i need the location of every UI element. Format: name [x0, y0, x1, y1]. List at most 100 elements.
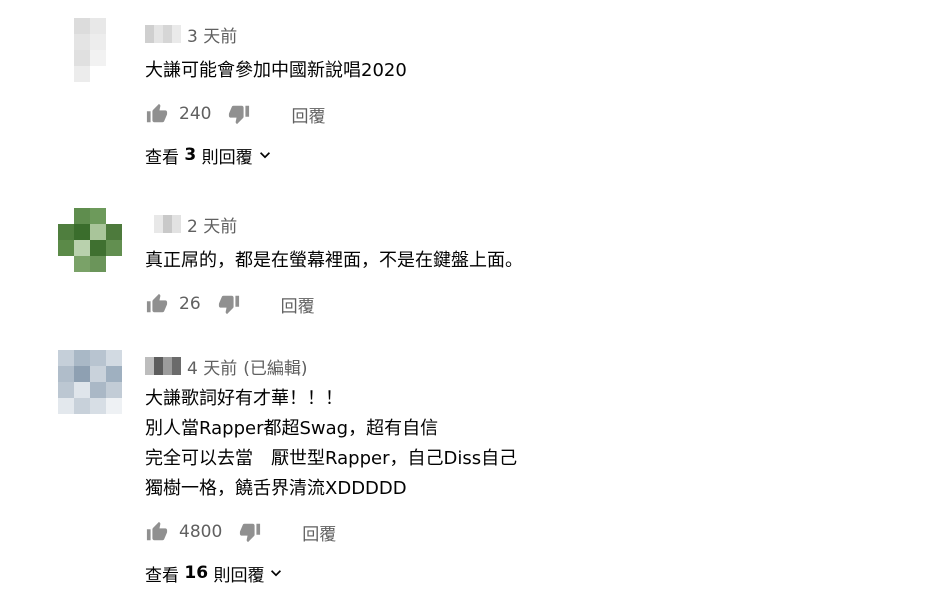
avatar-pixel: [74, 256, 90, 272]
comment-meta: 3 天前: [145, 22, 930, 47]
thumb-down-icon[interactable]: [217, 292, 241, 316]
avatar-pixel: [90, 208, 106, 224]
chevron-down-icon: [255, 145, 275, 165]
comment-meta: 4 天前 (已編輯): [145, 354, 930, 379]
view-replies-button[interactable]: 查看 16 則回覆: [145, 560, 930, 586]
avatar-pixel: [90, 50, 106, 66]
avatar-pixel: [74, 398, 90, 414]
avatar-pixel: [106, 350, 122, 366]
avatar-pixel: [74, 66, 90, 82]
avatar-pixel: [74, 208, 90, 224]
avatar[interactable]: [58, 208, 122, 272]
comment-text-line: 真正屌的，都是在螢幕裡面，不是在鍵盤上面。: [145, 250, 523, 271]
avatar-pixel: [90, 34, 106, 50]
comment-actions: 240 回覆: [145, 100, 930, 128]
thumb-down-icon[interactable]: [227, 102, 251, 126]
avatar-pixel: [106, 366, 122, 382]
avatar-pixel: [90, 382, 106, 398]
name-blur-block: [172, 215, 181, 233]
avatar-pixel: [58, 398, 74, 414]
avatar-pixel: [58, 382, 74, 398]
timestamp[interactable]: 3 天前: [187, 22, 237, 47]
avatar-pixel: [74, 240, 90, 256]
comment-text-line: 獨樹一格，饒舌界清流XDDDDD: [145, 478, 407, 499]
comment-text: 大謙可能會參加中國新說唱2020: [145, 56, 930, 86]
avatar-pixel: [58, 50, 74, 66]
thumb-up-icon[interactable]: [145, 292, 169, 316]
avatar-pixel: [58, 224, 74, 240]
avatar[interactable]: [58, 18, 122, 82]
name-blur-block: [154, 25, 163, 43]
avatar-pixel: [74, 34, 90, 50]
edited-label: (已編輯): [243, 358, 308, 379]
avatar-pixel: [106, 18, 122, 34]
name-blur-block: [145, 215, 154, 233]
like-count: 26: [179, 294, 201, 314]
name-blur-block: [145, 357, 154, 375]
reply-count: 16: [184, 563, 209, 583]
comment-meta: 2 天前: [145, 212, 930, 237]
name-blur-block: [163, 215, 172, 233]
like-count: 240: [179, 104, 212, 124]
comment-actions: 4800 回覆: [145, 518, 930, 546]
comment-body: 4 天前 (已編輯) 大謙歌詞好有才華！！！ 別人當Rapper都超Swag，超…: [145, 354, 930, 586]
avatar-pixel: [74, 18, 90, 34]
avatar-pixel: [90, 18, 106, 34]
avatar-pixel: [58, 66, 74, 82]
avatar-pixel: [90, 66, 106, 82]
timestamp[interactable]: 4 天前: [187, 354, 237, 379]
avatar-pixel: [90, 350, 106, 366]
avatar-pixel: [74, 366, 90, 382]
author-name[interactable]: [145, 25, 181, 43]
comment-actions: 26 回覆: [145, 290, 930, 318]
avatar-pixel: [106, 208, 122, 224]
thumb-up-icon[interactable]: [145, 520, 169, 544]
avatar-pixel: [58, 208, 74, 224]
comment-body: 2 天前 真正屌的，都是在螢幕裡面，不是在鍵盤上面。 26 回覆: [145, 212, 930, 318]
comment-text: 大謙歌詞好有才華！！！ 別人當Rapper都超Swag，超有自信 完全可以去當 …: [145, 384, 930, 504]
view-replies-prefix: 查看: [145, 147, 179, 168]
name-blur-block: [163, 25, 172, 43]
avatar-pixel: [58, 350, 74, 366]
reply-button[interactable]: 回覆: [281, 292, 315, 317]
avatar-pixel: [58, 240, 74, 256]
avatar-pixel: [106, 398, 122, 414]
comment-text-line: 大謙歌詞好有才華！！！: [145, 388, 343, 409]
avatar-pixel: [74, 50, 90, 66]
avatar-pixel: [106, 50, 122, 66]
name-blur-block: [145, 25, 154, 43]
avatar-pixel: [90, 256, 106, 272]
comment-text: 真正屌的，都是在螢幕裡面，不是在鍵盤上面。: [145, 246, 930, 276]
view-replies-button[interactable]: 查看 3 則回覆: [145, 142, 930, 168]
avatar-pixel: [90, 366, 106, 382]
avatar-pixel: [106, 382, 122, 398]
avatar-pixel: [74, 224, 90, 240]
reply-button[interactable]: 回覆: [302, 520, 336, 545]
timestamp[interactable]: 2 天前: [187, 212, 237, 237]
avatar-pixel: [58, 256, 74, 272]
comment-body: 3 天前 大謙可能會參加中國新說唱2020 240 回覆 查看 3 則回覆: [145, 22, 930, 168]
author-name[interactable]: [145, 357, 181, 375]
name-blur-block: [154, 357, 163, 375]
comment-text-line: 別人當Rapper都超Swag，超有自信: [145, 418, 439, 439]
author-name[interactable]: [145, 215, 181, 233]
thumb-up-icon[interactable]: [145, 102, 169, 126]
avatar-pixel: [90, 224, 106, 240]
avatar-pixel: [74, 382, 90, 398]
view-replies-suffix: 則回覆: [213, 565, 265, 586]
like-count: 4800: [179, 522, 223, 542]
reply-button[interactable]: 回覆: [291, 102, 325, 127]
avatar[interactable]: [58, 350, 122, 414]
thumb-down-icon[interactable]: [238, 520, 262, 544]
avatar-pixel: [106, 66, 122, 82]
reply-count: 3: [184, 145, 197, 165]
avatar-pixel: [106, 224, 122, 240]
name-blur-block: [163, 357, 172, 375]
name-blur-block: [154, 215, 163, 233]
comment-text-line: 大謙可能會參加中國新說唱2020: [145, 60, 407, 81]
avatar-pixel: [90, 398, 106, 414]
avatar-pixel: [106, 256, 122, 272]
chevron-down-icon: [266, 563, 286, 583]
avatar-pixel: [58, 34, 74, 50]
name-blur-block: [172, 25, 181, 43]
